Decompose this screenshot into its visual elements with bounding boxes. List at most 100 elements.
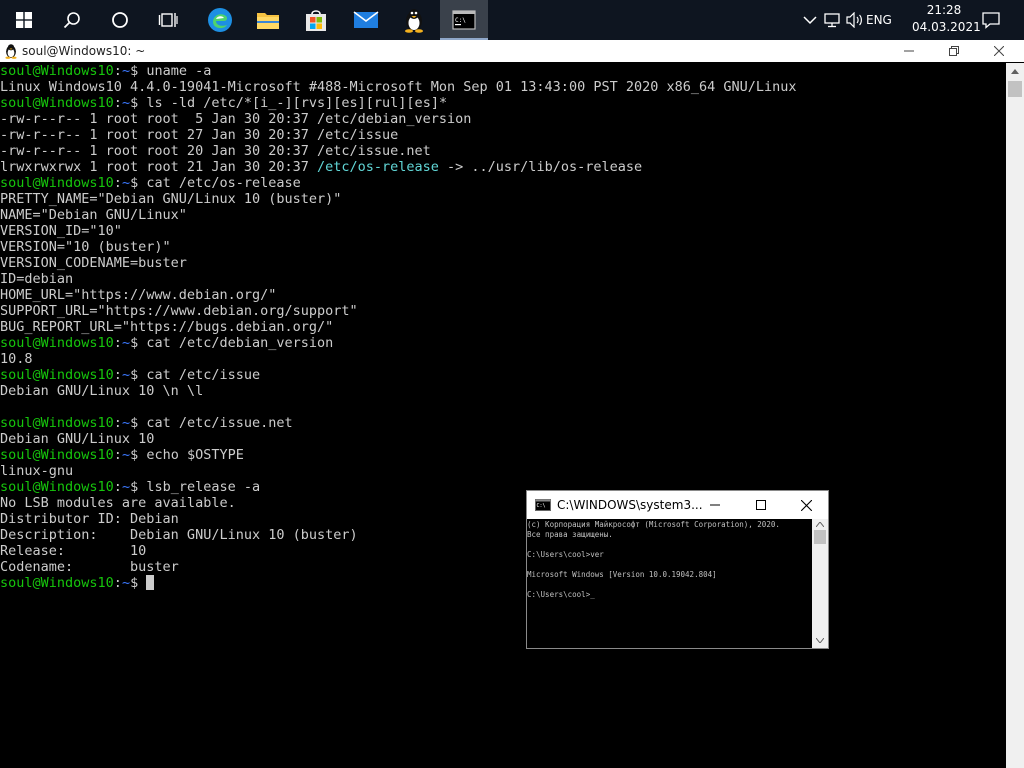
prompt-separator: : bbox=[113, 575, 122, 591]
cmd-maximize-button[interactable] bbox=[738, 491, 784, 519]
taskbar-debian[interactable] bbox=[390, 0, 438, 40]
terminal-output-line: NAME="Debian GNU/Linux" bbox=[0, 207, 1006, 223]
svg-text:C:\: C:\ bbox=[455, 17, 466, 24]
output-text: PRETTY_NAME="Debian GNU/Linux 10 (buster… bbox=[0, 191, 342, 207]
terminal-prompt-line: soul@Windows10:~$ bbox=[0, 575, 1006, 591]
taskbar-mail[interactable] bbox=[342, 0, 390, 40]
output-text: BUG_REPORT_URL="https://bugs.debian.org/… bbox=[0, 319, 334, 335]
output-text: 10.8 bbox=[0, 351, 33, 367]
prompt-separator: : bbox=[113, 447, 122, 463]
network-tray[interactable] bbox=[822, 0, 842, 40]
show-hidden-icons[interactable] bbox=[800, 0, 820, 40]
prompt-symbol: $ bbox=[130, 367, 139, 383]
output-text: VERSION_CODENAME=buster bbox=[0, 255, 187, 271]
prompt-user: soul@Windows10 bbox=[0, 63, 114, 79]
terminal-prompt-line: soul@Windows10:~$ cat /etc/issue bbox=[0, 367, 1006, 383]
cmd-output-line bbox=[527, 580, 812, 590]
speaker-volume-icon bbox=[846, 12, 862, 28]
cmd-scrollbar[interactable] bbox=[812, 519, 828, 648]
terminal-output-line: Codename: buster bbox=[0, 559, 1006, 575]
output-text: Description: Debian GNU/Linux 10 (buster… bbox=[0, 527, 358, 543]
prompt-command: cat /etc/issue bbox=[138, 367, 261, 383]
scroll-up-arrow-icon bbox=[816, 522, 824, 527]
task-view-button[interactable] bbox=[144, 0, 192, 40]
taskbar-file-explorer[interactable] bbox=[244, 0, 292, 40]
cmd-close-button[interactable] bbox=[783, 491, 829, 519]
output-text: Release: 10 bbox=[0, 543, 147, 559]
prompt-command: lsb_release -a bbox=[138, 479, 261, 495]
action-center[interactable] bbox=[976, 0, 1006, 40]
terminal-output-line: VERSION="10 (buster)" bbox=[0, 239, 1006, 255]
prompt-user: soul@Windows10 bbox=[0, 175, 114, 191]
prompt-symbol: $ bbox=[130, 335, 139, 351]
prompt-path: ~ bbox=[121, 415, 131, 431]
taskbar-cmd[interactable]: C:\ bbox=[440, 0, 488, 40]
cmd-output-line: Microsoft Windows [Version 10.0.19042.80… bbox=[527, 570, 717, 579]
terminal-output-line: SUPPORT_URL="https://www.debian.org/supp… bbox=[0, 303, 1006, 319]
terminal-output-line: Debian GNU/Linux 10 \n \l bbox=[0, 383, 1006, 399]
cmd-output-line: C:\Users\cool>_ bbox=[527, 590, 595, 599]
terminal-output: soul@Windows10:~$ uname -a Linux Windows1… bbox=[0, 63, 1006, 591]
output-text: linux-gnu bbox=[0, 463, 74, 479]
output-text: SUPPORT_URL="https://www.debian.org/supp… bbox=[0, 303, 358, 319]
cmd-window-titlebar[interactable]: C:\ C:\WINDOWS\system3... bbox=[527, 491, 828, 519]
prompt-path: ~ bbox=[121, 63, 131, 79]
search-button[interactable] bbox=[48, 0, 96, 40]
prompt-path: ~ bbox=[121, 335, 131, 351]
wsl-minimize-button[interactable] bbox=[886, 40, 932, 62]
cmd-output: (c) Корпорация Майкрософт (Microsoft Cor… bbox=[527, 519, 812, 600]
start-button[interactable] bbox=[0, 0, 48, 40]
scroll-up-arrow-icon bbox=[1011, 69, 1019, 74]
terminal-output-line: Release: 10 bbox=[0, 543, 1006, 559]
volume-tray[interactable] bbox=[845, 0, 865, 40]
command-prompt-icon: C:\ bbox=[535, 499, 551, 511]
network-icon bbox=[824, 13, 840, 28]
wsl-terminal[interactable]: soul@Windows10:~$ uname -a Linux Windows1… bbox=[0, 63, 1006, 768]
prompt-command: ls -ld /etc/*[i_-][rvs][es][rul][es]* bbox=[138, 95, 448, 111]
store-bag-icon bbox=[306, 10, 326, 31]
prompt-command: cat /etc/debian_version bbox=[138, 335, 334, 351]
terminal-output-line: -rw-r--r-- 1 root root 20 Jan 30 20:37 /… bbox=[0, 143, 1006, 159]
terminal-output-line: -rw-r--r-- 1 root root 5 Jan 30 20:37 /e… bbox=[0, 111, 1006, 127]
terminal-output-line: Distributor ID: Debian bbox=[0, 511, 1006, 527]
output-text: -rw-r--r-- 1 root root 20 Jan 30 20:37 /… bbox=[0, 143, 431, 159]
prompt-command: uname -a bbox=[138, 63, 212, 79]
output-text: Debian GNU/Linux 10 bbox=[0, 431, 155, 447]
edge-browser-icon bbox=[208, 8, 232, 32]
clock[interactable]: 21:28 04.03.2021 bbox=[912, 2, 981, 38]
terminal-prompt-line: soul@Windows10:~$ cat /etc/issue.net bbox=[0, 415, 1006, 431]
cmd-minimize-button[interactable] bbox=[692, 491, 738, 519]
wsl-scrollbar[interactable] bbox=[1006, 63, 1024, 768]
taskbar-store[interactable] bbox=[292, 0, 340, 40]
taskbar-edge[interactable] bbox=[196, 0, 244, 40]
terminal-output-line: HOME_URL="https://www.debian.org/" bbox=[0, 287, 1006, 303]
restore-icon bbox=[949, 46, 959, 56]
terminal-prompt-line: soul@Windows10:~$ cat /etc/debian_versio… bbox=[0, 335, 1006, 351]
wsl-window-titlebar[interactable]: soul@Windows10: ~ bbox=[0, 40, 1024, 62]
output-text: Codename: buster bbox=[0, 559, 179, 575]
clock-date: 04.03.2021 bbox=[912, 20, 981, 34]
prompt-user: soul@Windows10 bbox=[0, 479, 114, 495]
output-text: ID=debian bbox=[0, 271, 74, 287]
prompt-user: soul@Windows10 bbox=[0, 95, 114, 111]
prompt-separator: : bbox=[113, 479, 122, 495]
wsl-restore-button[interactable] bbox=[931, 40, 977, 62]
terminal-output-line: VERSION_ID="10" bbox=[0, 223, 1006, 239]
cmd-scrollbar-thumb[interactable] bbox=[814, 530, 826, 544]
cmd-output-line bbox=[527, 540, 812, 550]
terminal-output-line: No LSB modules are available. bbox=[0, 495, 1006, 511]
cortana-button[interactable] bbox=[96, 0, 144, 40]
minimize-icon bbox=[904, 50, 914, 52]
chevron-up-icon bbox=[803, 16, 817, 25]
wsl-close-button[interactable] bbox=[976, 40, 1022, 62]
wsl-scrollbar-thumb[interactable] bbox=[1008, 81, 1022, 97]
input-language[interactable]: ENG bbox=[866, 0, 892, 40]
prompt-separator: : bbox=[113, 415, 122, 431]
prompt-symbol: $ bbox=[130, 175, 139, 191]
prompt-separator: : bbox=[113, 63, 122, 79]
terminal-cursor bbox=[146, 575, 155, 590]
cmd-console[interactable]: (c) Корпорация Майкрософт (Microsoft Cor… bbox=[527, 519, 812, 648]
terminal-output-line bbox=[0, 399, 1006, 415]
cmd-window[interactable]: C:\ C:\WINDOWS\system3... (c) Корпорация… bbox=[526, 490, 829, 649]
output-text: HOME_URL="https://www.debian.org/" bbox=[0, 287, 277, 303]
